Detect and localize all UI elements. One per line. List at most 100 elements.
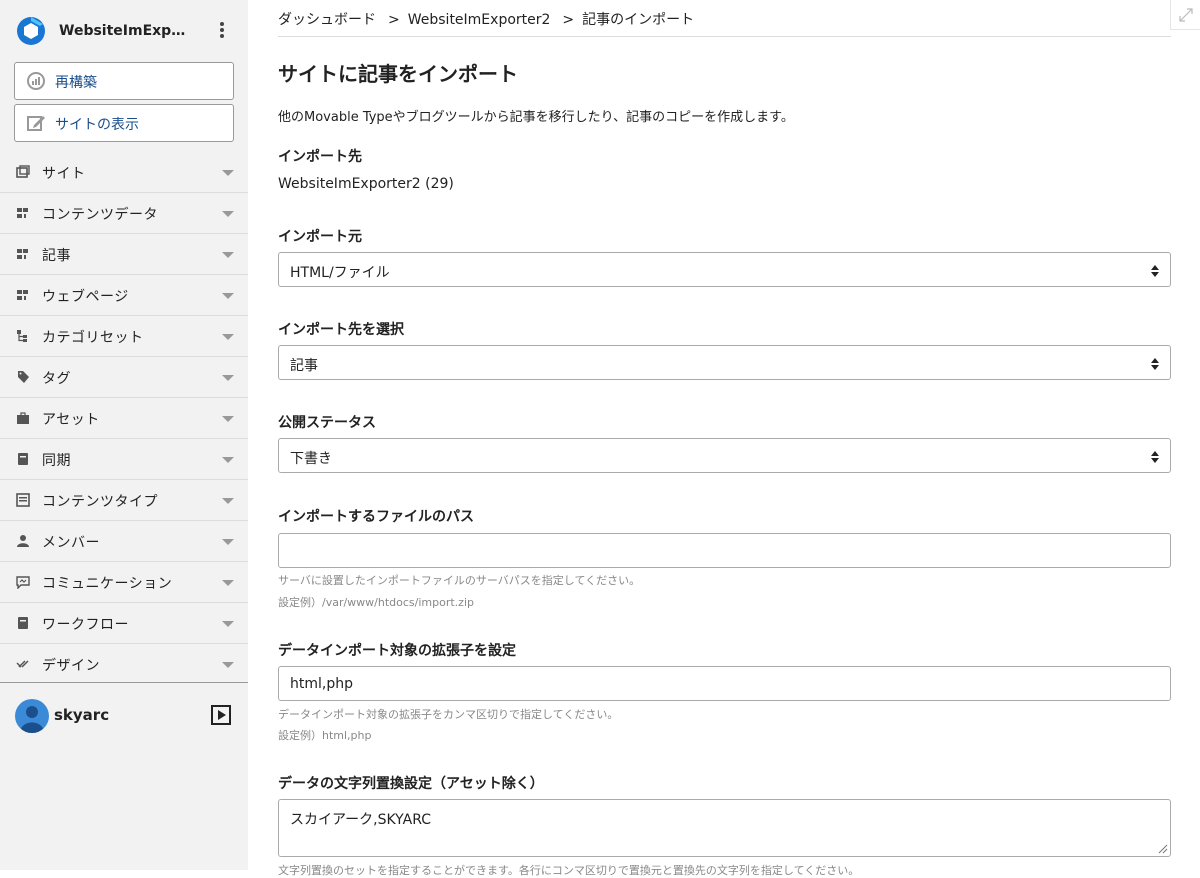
edit-icon [27, 116, 45, 131]
rebuild-label: 再構築 [55, 75, 97, 91]
sidebar-item-label: タグ [42, 371, 71, 387]
import-source-value: HTML/ファイル [290, 265, 390, 281]
page-title: サイトに記事をインポート [278, 62, 518, 86]
workflow-icon [18, 617, 28, 629]
ext-label: データインポート対象の拡張子を設定 [278, 643, 516, 659]
replace-label: データの文字列置換設定（アセット除く） [278, 776, 544, 792]
sidebar-item-label: 記事 [42, 248, 71, 264]
sidebar-item-label: メンバー [42, 535, 100, 551]
user-name[interactable]: skyarc [54, 706, 109, 724]
sidebar-item-entry[interactable]: 記事 [0, 234, 248, 275]
content-data-icon [17, 208, 28, 218]
breadcrumb: ダッシュボード > WebsiteImExporter2 > 記事のインポート [278, 9, 1171, 37]
sidebar-item-content-type[interactable]: コンテンツタイプ [0, 480, 248, 521]
chevron-down-icon[interactable] [222, 621, 234, 627]
chevron-down-icon[interactable] [222, 539, 234, 545]
chevron-down-icon[interactable] [222, 211, 234, 217]
chevron-down-icon[interactable] [222, 457, 234, 463]
design-icon [16, 660, 29, 668]
ext-hint: データインポート対象の拡張子をカンマ区切りで指定してください。 [278, 708, 619, 721]
chevron-down-icon[interactable] [222, 252, 234, 258]
path-example: 設定例）/var/www/htdocs/import.zip [278, 596, 474, 609]
chevron-down-icon[interactable] [222, 416, 234, 422]
view-site-button[interactable]: サイトの表示 [14, 104, 234, 142]
site-header: WebsiteImExpor... [0, 0, 248, 62]
breadcrumb-separator: > [562, 12, 575, 28]
play-icon[interactable] [211, 705, 231, 725]
import-dest-select[interactable]: 記事 [278, 345, 1171, 380]
category-set-icon [17, 330, 27, 342]
sidebar-item-member[interactable]: メンバー [0, 521, 248, 562]
chevron-down-icon[interactable] [222, 662, 234, 668]
chevron-down-icon[interactable] [222, 580, 234, 586]
chevron-down-icon[interactable] [222, 498, 234, 504]
asset-icon [17, 412, 29, 424]
import-source-select[interactable]: HTML/ファイル [278, 252, 1171, 287]
site-icon [16, 165, 30, 178]
rebuild-button[interactable]: 再構築 [14, 62, 234, 100]
chevron-down-icon[interactable] [222, 375, 234, 381]
site-logo-icon [17, 17, 45, 45]
rebuild-icon [27, 72, 45, 90]
path-input[interactable] [278, 533, 1171, 568]
status-label: 公開ステータス [278, 415, 376, 431]
sidebar: WebsiteImExpor... 再構築 サイトの表示 サイト コンテンツデー… [0, 0, 248, 870]
sidebar-item-label: コンテンツタイプ [42, 494, 158, 510]
view-site-label: サイトの表示 [55, 117, 139, 133]
sidebar-item-label: カテゴリセット [42, 330, 144, 346]
entry-icon [17, 249, 28, 259]
select-arrows-icon [1151, 265, 1159, 277]
sidebar-item-label: コミュニケーション [42, 576, 173, 592]
avatar[interactable] [15, 699, 49, 733]
chevron-down-icon[interactable] [222, 170, 234, 176]
sidebar-item-workflow[interactable]: ワークフロー [0, 603, 248, 644]
communication-icon [16, 576, 30, 589]
replace-textarea[interactable]: スカイアーク,SKYARC [278, 799, 1171, 857]
breadcrumb-separator: > [388, 12, 400, 28]
resize-grip-icon[interactable] [1158, 844, 1168, 854]
more-options-icon[interactable] [214, 20, 230, 42]
status-select[interactable]: 下書き [278, 438, 1171, 473]
page-description: 他のMovable Typeやブログツールから記事を移行したり、記事のコピーを作… [278, 110, 794, 125]
breadcrumb-current: 記事のインポート [582, 12, 695, 28]
site-name[interactable]: WebsiteImExpor... [59, 23, 189, 39]
sidebar-item-category-set[interactable]: カテゴリセット [0, 316, 248, 357]
import-target-value: WebsiteImExporter2 (29) [278, 176, 454, 192]
tag-icon [18, 371, 29, 383]
expand-corner-icon[interactable] [1170, 0, 1200, 30]
user-icon [20, 706, 44, 733]
path-hint: サーバに設置したインポートファイルのサーバパスを指定してください。 [278, 574, 641, 587]
member-icon [17, 535, 29, 547]
sidebar-item-communication[interactable]: コミュニケーション [0, 562, 248, 603]
path-label: インポートするファイルのパス [278, 509, 474, 525]
ext-example: 設定例）html,php [278, 729, 372, 742]
chevron-down-icon[interactable] [222, 293, 234, 299]
sidebar-item-label: コンテンツデータ [42, 207, 158, 223]
sync-icon [18, 453, 28, 465]
sidebar-item-label: ウェブページ [42, 289, 129, 305]
content-type-icon [16, 493, 30, 507]
webpage-icon [17, 290, 28, 300]
breadcrumb-dashboard[interactable]: ダッシュボード [278, 12, 376, 28]
sidebar-item-label: サイト [42, 166, 86, 182]
replace-hint: 文字列置換のセットを指定することができます。各行にコンマ区切りで置換元と置換先の… [278, 864, 860, 877]
import-dest-label: インポート先を選択 [278, 322, 404, 338]
ext-input[interactable]: html,php [278, 666, 1171, 701]
main-content: ダッシュボード > WebsiteImExporter2 > 記事のインポート サイトに… [278, 0, 1171, 877]
ext-value: html,php [290, 676, 353, 692]
sidebar-item-content-data[interactable]: コンテンツデータ [0, 193, 248, 234]
sidebar-item-label: アセット [42, 412, 100, 428]
select-arrows-icon [1151, 358, 1159, 370]
sidebar-nav: サイト コンテンツデータ 記事 ウェブページ カテゴリセット タグ アセット 同… [0, 152, 248, 672]
sidebar-item-site[interactable]: サイト [0, 152, 248, 193]
chevron-down-icon[interactable] [222, 334, 234, 340]
breadcrumb-site[interactable]: WebsiteImExporter2 [408, 12, 551, 28]
sidebar-item-webpage[interactable]: ウェブページ [0, 275, 248, 316]
sidebar-item-asset[interactable]: アセット [0, 398, 248, 439]
sidebar-item-tag[interactable]: タグ [0, 357, 248, 398]
user-bar: skyarc [0, 682, 248, 746]
import-target-label: インポート先 [278, 149, 362, 165]
sidebar-item-sync[interactable]: 同期 [0, 439, 248, 480]
sidebar-item-design[interactable]: デザイン [0, 644, 248, 672]
status-value: 下書き [290, 451, 332, 467]
